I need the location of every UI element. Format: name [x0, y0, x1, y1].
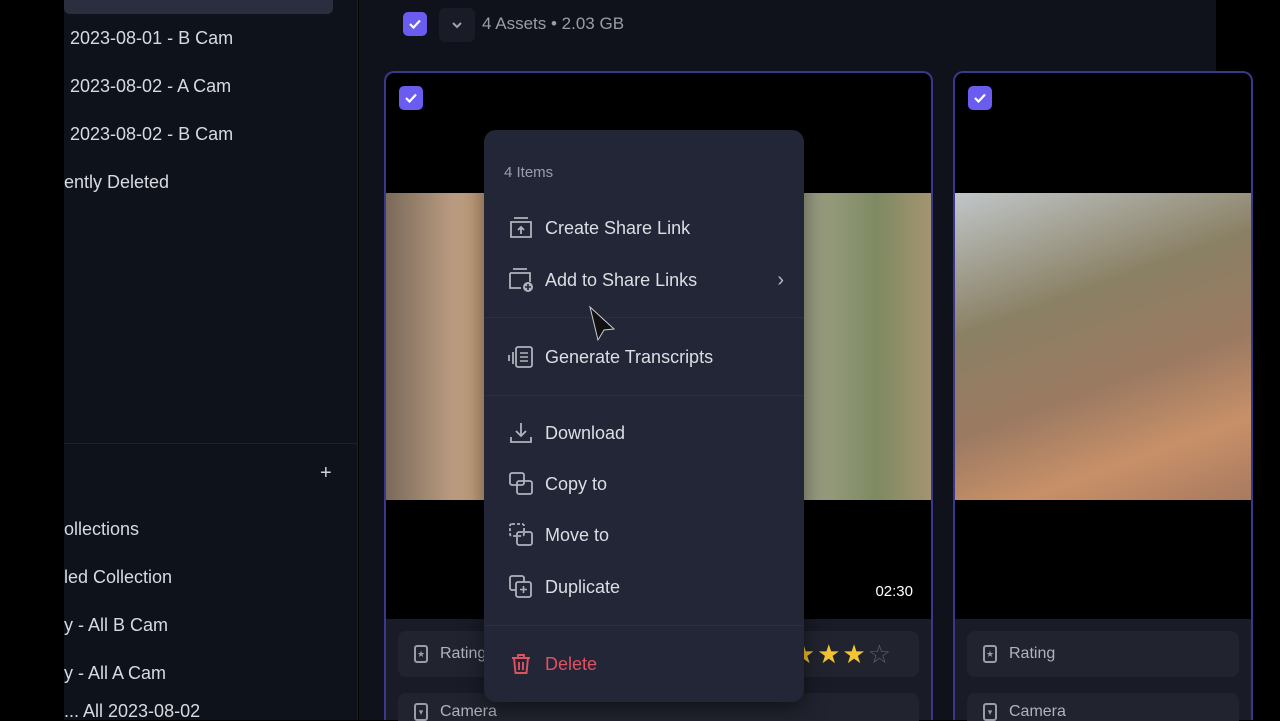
sidebar-collection[interactable]: ... All 2023-08-02: [64, 702, 200, 720]
menu-item-label: Create Share Link: [545, 217, 691, 238]
dropdown-badge-icon: ▾: [983, 703, 997, 721]
check-icon: [405, 93, 417, 104]
asset-checkbox[interactable]: [399, 86, 423, 110]
menu-item-duplicate[interactable]: Duplicate: [506, 567, 784, 607]
sidebar-folder[interactable]: 2023-08-02 - A Cam: [70, 76, 231, 97]
menu-item-label: Duplicate: [545, 576, 621, 597]
sidebar-collection[interactable]: ollections: [64, 519, 139, 540]
context-menu: 4 Items Create Share Link Add to Share L…: [484, 130, 804, 702]
check-icon: [974, 93, 986, 104]
menu-item-add-to-share-links[interactable]: Add to Share Links ›: [506, 260, 784, 300]
menu-item-delete[interactable]: Delete: [506, 644, 784, 684]
menu-item-label: Download: [545, 422, 626, 443]
sidebar-collection[interactable]: y - All B Cam: [64, 615, 168, 636]
asset-count: 4 Assets • 2.03 GB: [482, 14, 625, 33]
duration-label: 02:30: [875, 583, 913, 600]
menu-item-create-share-link[interactable]: Create Share Link: [506, 208, 784, 248]
star-filled-icon[interactable]: ★: [842, 639, 867, 669]
field-label: Rating: [1009, 645, 1056, 662]
move-to-icon: [509, 523, 533, 546]
mouse-cursor-icon: [589, 305, 616, 342]
menu-item-download[interactable]: Download: [506, 413, 784, 453]
menu-divider: [484, 625, 804, 626]
sidebar-collection[interactable]: led Collection: [64, 567, 172, 588]
transcript-icon: [508, 346, 533, 368]
field-label: Camera: [440, 703, 497, 720]
duplicate-icon: [509, 575, 532, 598]
copy-to-icon: [509, 472, 533, 495]
menu-item-label: Copy to: [545, 473, 608, 494]
add-share-link-icon: [509, 268, 533, 292]
menu-item-label: Move to: [545, 524, 610, 545]
menu-divider: [484, 317, 804, 318]
dropdown-badge-icon: ▾: [414, 703, 428, 721]
selection-dropdown-button[interactable]: [439, 8, 475, 42]
menu-divider: [484, 395, 804, 396]
sidebar-folder[interactable]: 2023-08-01 - B Cam: [70, 28, 233, 49]
select-all-checkbox[interactable]: [403, 12, 427, 36]
star-empty-icon[interactable]: ☆: [868, 639, 893, 669]
asset-checkbox[interactable]: [968, 86, 992, 110]
sidebar: 2023-08-01 - B Cam 2023-08-02 - A Cam 20…: [64, 0, 358, 720]
menu-item-label: Add to Share Links: [545, 269, 698, 290]
field-label: Rating: [440, 645, 487, 662]
menu-item-copy-to[interactable]: Copy to: [506, 464, 784, 504]
video-thumbnail[interactable]: [955, 193, 1251, 500]
rating-field[interactable]: ★ Rating: [967, 631, 1239, 677]
chevron-down-icon: [452, 22, 462, 29]
star-badge-icon: ★: [983, 645, 997, 663]
download-icon: [510, 423, 532, 443]
star-filled-icon[interactable]: ★: [817, 639, 842, 669]
share-link-icon: [510, 217, 532, 238]
check-icon: [409, 19, 421, 30]
menu-item-label: Generate Transcripts: [545, 346, 714, 367]
camera-field[interactable]: ▾ Camera: [967, 693, 1239, 721]
menu-item-label: Delete: [545, 653, 598, 674]
sidebar-active-item[interactable]: [64, 0, 333, 14]
sidebar-folder[interactable]: 2023-08-02 - B Cam: [70, 124, 233, 145]
add-collection-button[interactable]: +: [320, 462, 332, 485]
field-label: Camera: [1009, 703, 1066, 720]
menu-item-move-to[interactable]: Move to: [506, 515, 784, 555]
star-badge-icon: ★: [414, 645, 428, 663]
sidebar-collection[interactable]: y - All A Cam: [64, 663, 166, 684]
sidebar-recently-deleted[interactable]: ently Deleted: [64, 172, 169, 193]
asset-metadata: ★ Rating ▾ Camera: [955, 619, 1251, 721]
menu-header: 4 Items: [504, 164, 554, 181]
sidebar-divider: [64, 443, 358, 444]
chevron-right-icon: ›: [777, 268, 784, 291]
menu-item-generate-transcripts[interactable]: Generate Transcripts: [506, 337, 784, 377]
asset-card[interactable]: ★ Rating ▾ Camera: [953, 71, 1253, 721]
trash-icon: [512, 654, 530, 674]
